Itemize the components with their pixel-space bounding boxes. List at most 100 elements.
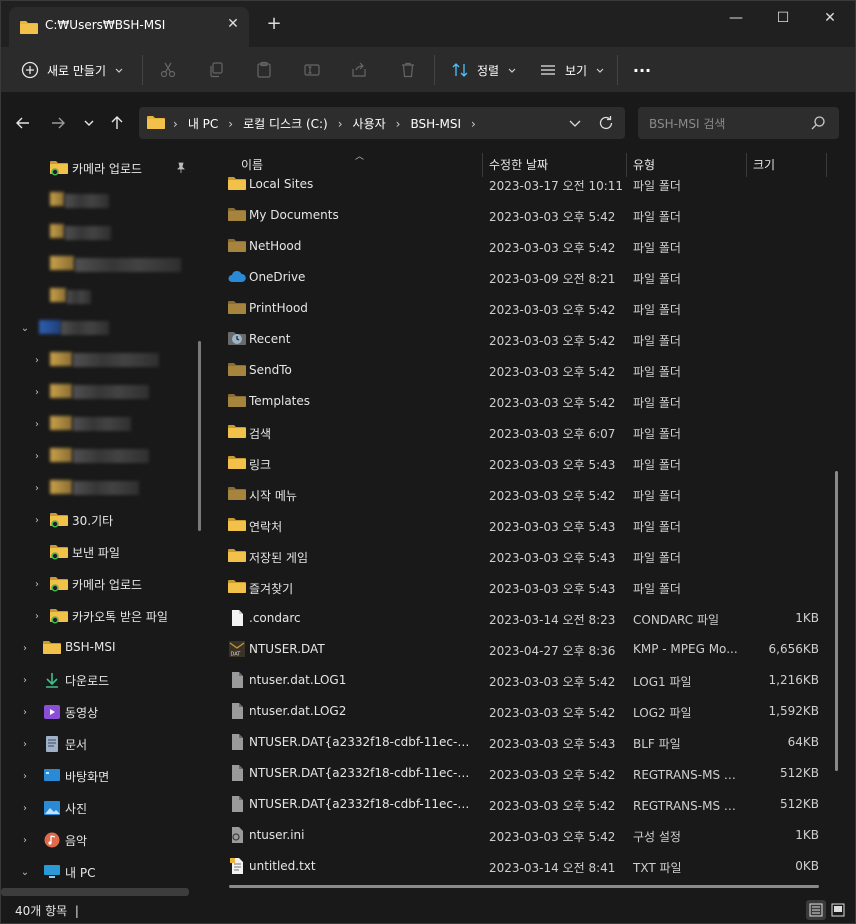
search-input[interactable]: BSH-MSI 검색 — [638, 107, 839, 139]
nav-item[interactable]: 카메라 업로드 — [1, 152, 201, 184]
new-button[interactable]: 새로 만들기 — [21, 59, 124, 81]
chevron-right-icon[interactable]: › — [19, 738, 31, 750]
chevron-right-icon[interactable]: › — [19, 706, 31, 718]
new-tab-icon[interactable]: + — [265, 15, 283, 33]
redacted-label — [73, 353, 159, 367]
breadcrumb-item[interactable]: 내 PC — [188, 115, 218, 132]
chevron-right-icon[interactable]: › — [31, 418, 43, 430]
file-row[interactable]: OneDrive 2023-03-09 오전 8:21 파일 폴더 — [207, 262, 827, 293]
file-row[interactable]: Local Sites 2023-03-17 오전 10:11 파일 폴더 — [207, 169, 827, 200]
file-row[interactable]: DAT NTUSER.DAT 2023-04-27 오후 8:36 KMP - MPE… — [207, 634, 827, 665]
details-view-icon[interactable] — [806, 900, 826, 920]
chevron-right-icon[interactable]: › — [31, 386, 43, 398]
new-button-label: 새로 만들기 — [47, 63, 107, 78]
chevron-right-icon[interactable]: › — [396, 117, 401, 131]
chevron-right-icon[interactable]: › — [19, 802, 31, 814]
view-button[interactable]: 보기 — [539, 59, 605, 81]
nav-scrollbar[interactable] — [198, 341, 201, 531]
chevron-right-icon[interactable]: › — [19, 770, 31, 782]
file-date: 2023-03-03 오후 5:42 — [489, 396, 616, 410]
nav-item[interactable]: › 30.기타 — [1, 504, 201, 536]
file-row[interactable]: NTUSER.DAT{a2332f18-cdbf-11ec-868... 2023… — [207, 727, 827, 758]
chevron-right-icon[interactable]: › — [31, 354, 43, 366]
file-row[interactable]: My Documents 2023-03-03 오후 5:42 파일 폴더 — [207, 200, 827, 231]
horizontal-scrollbar[interactable] — [229, 885, 819, 888]
chevron-right-icon[interactable]: › — [31, 610, 43, 622]
breadcrumb-item[interactable]: 사용자 — [353, 115, 386, 132]
nav-item-label: 다운로드 — [65, 674, 110, 688]
forward-arrow-icon[interactable] — [49, 114, 67, 132]
file-row[interactable]: 즐겨찾기 2023-03-03 오후 5:43 파일 폴더 — [207, 572, 827, 603]
file-row[interactable]: NTUSER.DAT{a2332f18-cdbf-11ec-868... 2023… — [207, 758, 827, 789]
chevron-right-icon[interactable]: › — [31, 450, 43, 462]
chevron-right-icon[interactable]: › — [19, 642, 31, 654]
close-tab-icon[interactable]: ✕ — [225, 16, 241, 32]
document-icon — [43, 736, 61, 752]
refresh-icon[interactable] — [597, 114, 615, 132]
share-icon[interactable] — [348, 59, 370, 81]
chevron-right-icon[interactable]: › — [338, 117, 343, 131]
maximize-button[interactable]: ☐ — [768, 9, 798, 27]
nav-item[interactable]: › 사진 — [1, 792, 201, 824]
vertical-scrollbar[interactable] — [835, 471, 838, 771]
chevron-right-icon[interactable]: › — [19, 674, 31, 686]
nav-item-label: 음악 — [65, 834, 88, 848]
more-options-icon[interactable]: ··· — [631, 59, 653, 81]
up-arrow-icon[interactable] — [108, 114, 126, 132]
back-arrow-icon[interactable] — [14, 114, 32, 132]
file-row[interactable]: ntuser.ini 2023-03-03 오후 5:42 구성 설정 1KB — [207, 820, 827, 851]
address-bar[interactable]: › 내 PC › 로컬 디스크 (C:) › 사용자 › BSH-MSI › — [139, 107, 625, 139]
nav-item[interactable]: › 다운로드 — [1, 664, 201, 696]
cut-icon[interactable] — [157, 59, 179, 81]
file-row[interactable]: 저장된 게임 2023-03-03 오후 5:43 파일 폴더 — [207, 541, 827, 572]
chevron-down-icon[interactable] — [567, 115, 583, 131]
file-row[interactable]: .condarc 2023-03-14 오전 8:23 CONDARC 파일 1KB — [207, 603, 827, 634]
file-row[interactable]: SendTo 2023-03-03 오후 5:42 파일 폴더 — [207, 355, 827, 386]
chevron-right-icon[interactable]: › — [228, 117, 233, 131]
breadcrumb-item[interactable]: BSH-MSI — [410, 117, 461, 131]
chevron-right-icon[interactable]: › — [31, 482, 43, 494]
rename-icon[interactable] — [301, 59, 323, 81]
nav-item[interactable]: › 바탕화면 — [1, 760, 201, 792]
file-row[interactable]: NTUSER.DAT{a2332f18-cdbf-11ec-868... 2023… — [207, 789, 827, 820]
nav-item[interactable]: › 문서 — [1, 728, 201, 760]
chevron-down-icon[interactable]: ⌄ — [19, 866, 31, 878]
nav-item[interactable]: › 카메라 업로드 — [1, 568, 201, 600]
file-row[interactable]: Templates 2023-03-03 오후 5:42 파일 폴더 — [207, 386, 827, 417]
chevron-right-icon[interactable]: › — [471, 117, 476, 131]
file-row[interactable]: ntuser.dat.LOG2 2023-03-03 오후 5:42 LOG2 파일… — [207, 696, 827, 727]
nav-item[interactable]: ⌄ 내 PC — [1, 856, 201, 888]
nav-item-label: 30.기타 — [72, 514, 114, 528]
chevron-down-icon[interactable]: ⌄ — [19, 322, 31, 334]
paste-icon[interactable] — [253, 59, 275, 81]
nav-item[interactable]: › 음악 — [1, 824, 201, 856]
tab-bsh-msi[interactable]: C:₩Users₩BSH-MSI ✕ — [9, 7, 249, 47]
nav-item[interactable]: › 동영상 — [1, 696, 201, 728]
copy-icon[interactable] — [205, 59, 227, 81]
minimize-button[interactable]: — — [721, 9, 751, 27]
delete-icon[interactable] — [397, 59, 419, 81]
recent-locations-icon[interactable] — [80, 114, 98, 132]
sort-button[interactable]: 정렬 — [451, 59, 517, 81]
breadcrumb-item[interactable]: 로컬 디스크 (C:) — [243, 115, 328, 132]
nav-horizontal-scrollbar[interactable] — [1, 888, 189, 896]
chevron-right-icon[interactable]: › — [31, 578, 43, 590]
nav-item[interactable]: › BSH-MSI — [1, 632, 201, 664]
tiles-view-icon[interactable] — [828, 900, 848, 920]
search-icon[interactable] — [810, 115, 826, 131]
file-row[interactable]: NetHood 2023-03-03 오후 5:42 파일 폴더 — [207, 231, 827, 262]
close-button[interactable]: ✕ — [815, 9, 845, 27]
nav-item[interactable]: › 카카오톡 받은 파일 — [1, 600, 201, 632]
file-row[interactable]: 링크 2023-03-03 오후 5:43 파일 폴더 — [207, 448, 827, 479]
file-row[interactable]: PrintHood 2023-03-03 오후 5:42 파일 폴더 — [207, 293, 827, 324]
file-row[interactable]: 검색 2023-03-03 오후 6:07 파일 폴더 — [207, 417, 827, 448]
pin-icon[interactable] — [175, 162, 187, 174]
nav-item[interactable]: 보낸 파일 — [1, 536, 201, 568]
chevron-right-icon[interactable]: › — [31, 514, 43, 526]
file-row[interactable]: untitled.txt 2023-03-14 오전 8:41 TXT 파일 0KB — [207, 851, 827, 882]
file-row[interactable]: Recent 2023-03-03 오후 5:42 파일 폴더 — [207, 324, 827, 355]
chevron-right-icon[interactable]: › — [19, 834, 31, 846]
file-row[interactable]: 시작 메뉴 2023-03-03 오후 5:42 파일 폴더 — [207, 479, 827, 510]
file-row[interactable]: 연락처 2023-03-03 오후 5:43 파일 폴더 — [207, 510, 827, 541]
file-row[interactable]: ntuser.dat.LOG1 2023-03-03 오후 5:42 LOG1 파일… — [207, 665, 827, 696]
